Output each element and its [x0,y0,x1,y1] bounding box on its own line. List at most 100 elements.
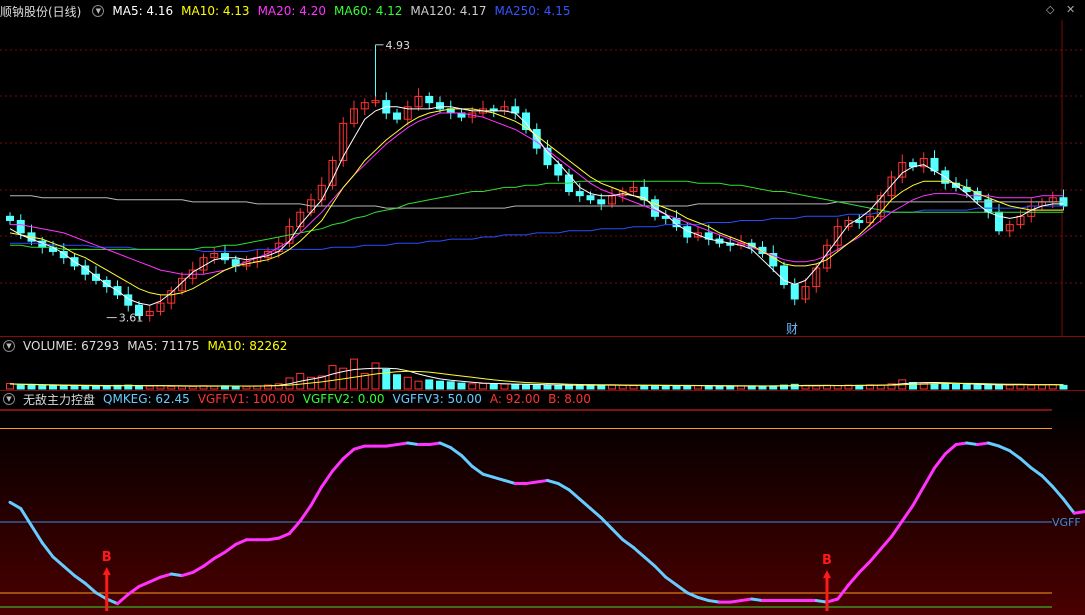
candle-body [92,273,100,281]
volume-bar [457,382,466,390]
b-value: B: 8.00 [548,392,591,406]
candle-body [597,199,606,205]
volume-bar [726,385,735,390]
volume-bar [758,385,767,390]
vgff-axis-label: VGFF [1052,516,1081,529]
candle-body [554,164,563,176]
volume-bar [575,384,584,390]
volume-bar [27,384,36,390]
volume-bar [500,383,509,390]
qmkeg-segment [976,441,990,447]
qmkeg-segment [707,599,721,604]
volume-bar [403,376,412,390]
volume-bar [952,383,960,390]
qmkeg-segment [406,441,420,447]
volume-bar [178,385,186,390]
volume-ma5-value: MA5: 71175 [127,339,200,353]
qmkeg-segment [1072,510,1085,515]
volume-bar [565,384,573,390]
buy-signal-label: B [822,553,832,568]
volume-bar [59,385,68,390]
volume-bar [446,381,455,390]
volume-bar [328,365,337,390]
ma10-value: MA10: 4.13 [181,4,250,18]
volume-bar [393,374,401,390]
ma5-value: MA5: 4.16 [112,4,174,18]
vgffv2-value: VGFFV2: 0.00 [302,392,385,406]
volume-bar [704,385,713,390]
volume-bar [188,385,197,390]
candle-body [425,95,434,104]
qmkeg-segment [169,572,184,578]
volume-bar [371,362,380,390]
volume-bar [640,385,649,390]
qmkeg-segment [535,478,549,484]
volume-bar [1059,384,1068,390]
candle-body [575,191,584,197]
close-icon[interactable]: ✕ [1066,3,1075,16]
qmkeg-segment [965,441,979,447]
volume-bar [683,385,692,390]
indicator-header: ▼ 无敌主力控盘 QMKEG: 62.45 VGFFV1: 100.00 VGF… [0,391,591,407]
vgffv1-value: VGFFV1: 100.00 [197,392,295,406]
price-chart[interactable]: 4.93 3.61 财 [0,0,1085,336]
ma60-value: MA60: 4.12 [334,4,403,18]
volume-bar [941,383,950,390]
buy-signal-label: B [102,550,112,565]
volume-bar [231,385,240,390]
volume-bar [618,384,627,390]
qmkeg-segment [814,599,829,604]
volume-bar [543,384,552,390]
volume-bar [1005,384,1014,390]
volume-value: VOLUME: 67293 [23,339,120,353]
volume-bar [661,385,670,390]
indicator-chart[interactable]: VGFF B B [0,391,1085,615]
candle-body [586,195,595,201]
volume-bar [973,384,982,390]
volume-bar [468,383,477,390]
ma120-value: MA120: 4.17 [410,4,487,18]
volume-pane[interactable]: ▼ VOLUME: 67293 MA5: 71175 MA10: 82262 [0,337,1085,390]
volume-bar [608,384,616,390]
volume-bar [479,383,487,390]
volume-bar [49,385,57,390]
collapse-icon[interactable]: ▼ [92,5,105,17]
volume-bar [672,385,681,390]
candle-body [532,129,541,149]
volume-bar [833,385,842,390]
volume-bar [597,384,606,390]
qmkeg-segment [750,597,764,603]
stock-name: 顺钠股份(日线) [0,4,82,19]
diamond-icon[interactable]: ◇ [1046,3,1054,16]
volume-bar [145,385,154,390]
volume-bar [38,385,47,390]
qmkeg-segment [954,441,969,447]
qmkeg-segment [384,443,399,448]
candle-body [962,186,971,193]
price-pane[interactable]: 4.93 3.61 财 顺钠股份(日线) ▼ MA5: 4.16 MA10: 4.1… [0,0,1085,336]
qmkeg-segment [728,599,743,604]
qmkeg-segment [739,597,754,603]
collapse-icon[interactable]: ▼ [3,340,15,352]
volume-bar [747,385,756,390]
volume-bar [156,385,165,390]
ma-line-ma60 [10,180,1064,250]
candle-body [436,102,444,110]
volume-bar [984,384,993,390]
indicator-name: 无敌主力控盘 [23,392,96,407]
volume-bar [511,383,520,390]
ma250-value: MA250: 4.15 [494,4,571,18]
collapse-icon[interactable]: ▼ [3,393,15,405]
ma-line-ma120 [10,195,1064,209]
candle-body [790,284,799,300]
volume-bar [629,385,638,390]
volume-bar [242,385,251,390]
indicator-pane[interactable]: VGFF B B ▼ 无敌主力控盘 QMKEG: 62.45 VGFFV1: 100… [0,391,1085,615]
volume-bar [715,385,724,390]
candle-body [16,219,25,234]
volume-bar [436,380,444,390]
finance-marker: 财 [786,322,798,336]
candle-body [393,112,401,120]
volume-bar [812,385,821,390]
volume-bar [790,383,799,390]
